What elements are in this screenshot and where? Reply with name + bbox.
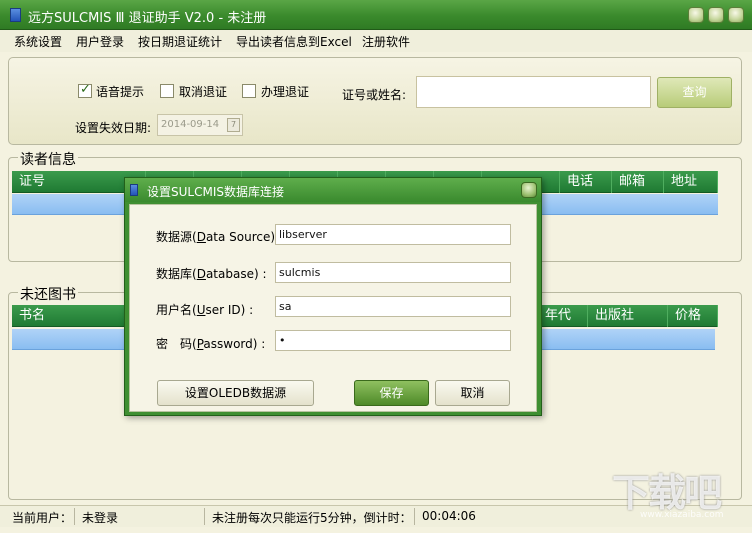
menu-user-login[interactable]: 用户登录	[76, 33, 124, 50]
status-divider	[74, 508, 75, 525]
db-connection-dialog: 设置SULCMIS数据库连接 数据源(Data Source) : libser…	[124, 177, 542, 416]
data-source-label: 数据源(Data Source) :	[156, 230, 283, 244]
title-bar: 远方SULCMIS Ⅲ 退证助手 V2.0 - 未注册	[0, 0, 752, 30]
col-publisher[interactable]: 出版社	[588, 305, 668, 327]
status-divider	[204, 508, 205, 525]
password-label: 密 码(Password) :	[156, 337, 266, 351]
col-phone[interactable]: 电话	[560, 171, 612, 193]
voice-prompt-label: 语音提示	[96, 85, 145, 99]
watermark-url: www.xiazaiba.com	[640, 510, 724, 520]
dialog-close-button[interactable]	[521, 182, 537, 198]
books-title: 未还图书	[18, 284, 78, 304]
minimize-button[interactable]	[688, 7, 704, 23]
database-label: 数据库(Database) :	[156, 267, 267, 281]
user-id-input[interactable]: sa	[275, 296, 511, 317]
expiry-date-input[interactable]: 2014-09-14 7	[157, 114, 243, 136]
dialog-app-icon	[130, 184, 138, 196]
col-price[interactable]: 价格	[668, 305, 718, 327]
calendar-icon[interactable]: 7	[227, 118, 240, 132]
menu-export-excel[interactable]: 导出读者信息到Excel	[236, 33, 352, 50]
cancel-return-label: 取消退证	[179, 85, 228, 99]
menu-date-stats[interactable]: 按日期退证统计	[138, 33, 222, 50]
status-divider	[414, 508, 415, 525]
query-button[interactable]: 查询	[657, 77, 732, 108]
menu-register[interactable]: 注册软件	[362, 33, 410, 50]
status-timer: 00:04:06	[422, 509, 476, 523]
maximize-button[interactable]	[708, 7, 724, 23]
dialog-title-bar[interactable]: 设置SULCMIS数据库连接	[125, 178, 541, 202]
voice-prompt-checkbox[interactable]: ✓	[78, 82, 92, 98]
col-email[interactable]: 邮箱	[612, 171, 664, 193]
status-user-value: 未登录	[82, 511, 119, 525]
status-user-label: 当前用户：	[12, 511, 73, 525]
status-notice: 未注册每次只能运行5分钟，倒计时：	[212, 511, 412, 525]
password-input[interactable]: •	[275, 330, 511, 351]
oledb-source-button[interactable]: 设置OLEDB数据源	[157, 380, 314, 406]
process-return-checkbox[interactable]	[242, 84, 256, 98]
check-icon: ✓	[80, 82, 91, 97]
menu-system-settings[interactable]: 系统设置	[14, 33, 62, 50]
save-button[interactable]: 保存	[354, 380, 429, 406]
cancel-return-checkbox[interactable]	[160, 84, 174, 98]
app-icon	[10, 8, 21, 22]
cancel-button[interactable]: 取消	[435, 380, 510, 406]
watermark-logo: 下载吧	[612, 471, 722, 515]
search-input[interactable]	[416, 76, 651, 108]
search-label: 证号或姓名:	[342, 88, 407, 102]
expiry-date-value: 2014-09-14	[161, 119, 220, 130]
col-address[interactable]: 地址	[664, 171, 718, 193]
data-source-input[interactable]: libserver	[275, 224, 511, 245]
menu-bar: 系统设置 用户登录 按日期退证统计 导出读者信息到Excel 注册软件	[0, 30, 752, 52]
database-input[interactable]: sulcmis	[275, 262, 511, 283]
close-button[interactable]	[728, 7, 744, 23]
dialog-body: 数据源(Data Source) : libserver 数据库(Databas…	[129, 204, 537, 412]
expiry-label: 设置失效日期:	[75, 121, 152, 135]
col-year[interactable]: 年代	[538, 305, 588, 327]
process-return-label: 办理退证	[261, 85, 310, 99]
reader-info-title: 读者信息	[18, 149, 78, 169]
user-id-label: 用户名(User ID) :	[156, 303, 254, 317]
dialog-title: 设置SULCMIS数据库连接	[147, 185, 284, 199]
window-title: 远方SULCMIS Ⅲ 退证助手 V2.0 - 未注册	[28, 11, 267, 26]
